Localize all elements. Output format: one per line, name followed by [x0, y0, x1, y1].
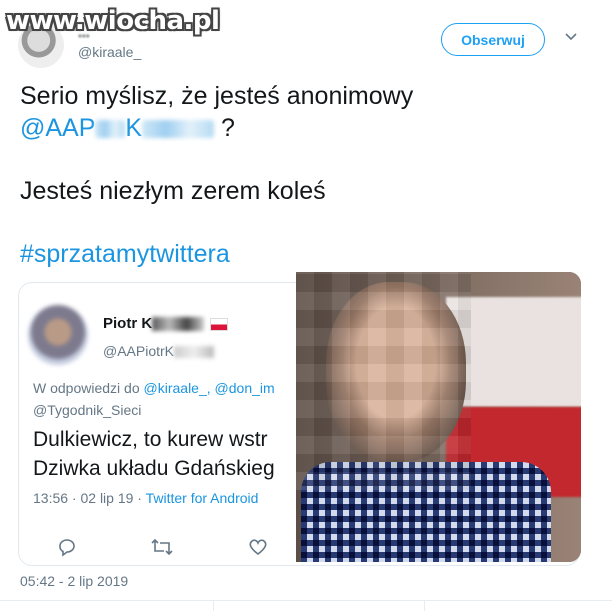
tweet-timestamp[interactable]: 05:42 - 2 lip 2019	[20, 573, 128, 589]
reply-handles-link: @kiraale_, @don_im	[143, 380, 275, 396]
quoted-avatar	[28, 305, 88, 365]
tweet-line-3: Jesteś niezłym zerem koleś	[20, 177, 326, 205]
chevron-down-icon[interactable]	[564, 30, 578, 44]
tweet-mention-line: @AAP K ?	[20, 114, 235, 143]
poland-flag-icon	[210, 317, 229, 331]
quoted-text-line-1: Dulkiewicz, to kurew wstr	[33, 428, 268, 451]
retweet-icon[interactable]	[150, 536, 174, 558]
quoted-name: Piotr K	[103, 315, 229, 332]
follow-button[interactable]: Obserwuj	[441, 23, 545, 56]
hashtag-link[interactable]: #sprzatamytwittera	[20, 240, 230, 269]
reply-to-line: W odpowiedzi do @kiraale_, @don_im	[33, 380, 275, 396]
reply-handle-link-2: @Tygodnik_Sieci	[33, 402, 142, 418]
pixelated-photo	[296, 272, 581, 562]
question-mark: ?	[221, 114, 235, 142]
author-handle[interactable]: @kiraale_	[78, 44, 141, 60]
quoted-meta: 13:56 · 02 lip 19 · Twitter for Android	[33, 490, 259, 506]
divider	[213, 600, 214, 611]
divider	[424, 600, 425, 611]
client-link: Twitter for Android	[145, 490, 259, 506]
divider	[0, 600, 612, 601]
watermark-logo: www.wiocha.pl	[6, 6, 220, 36]
tweet-line-1: Serio myślisz, że jesteś anonimowy	[20, 82, 414, 110]
reply-icon[interactable]	[56, 536, 78, 558]
heart-icon[interactable]	[247, 536, 269, 558]
mention-link[interactable]: @AAP K	[20, 114, 215, 142]
quoted-text-line-2: Dziwka układu Gdańskieg	[33, 457, 275, 480]
quoted-handle: @AAPiotrK	[103, 343, 215, 359]
